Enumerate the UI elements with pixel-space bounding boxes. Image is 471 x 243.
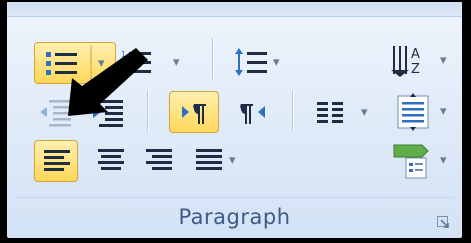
pointer-arrow-icon bbox=[68, 48, 148, 116]
